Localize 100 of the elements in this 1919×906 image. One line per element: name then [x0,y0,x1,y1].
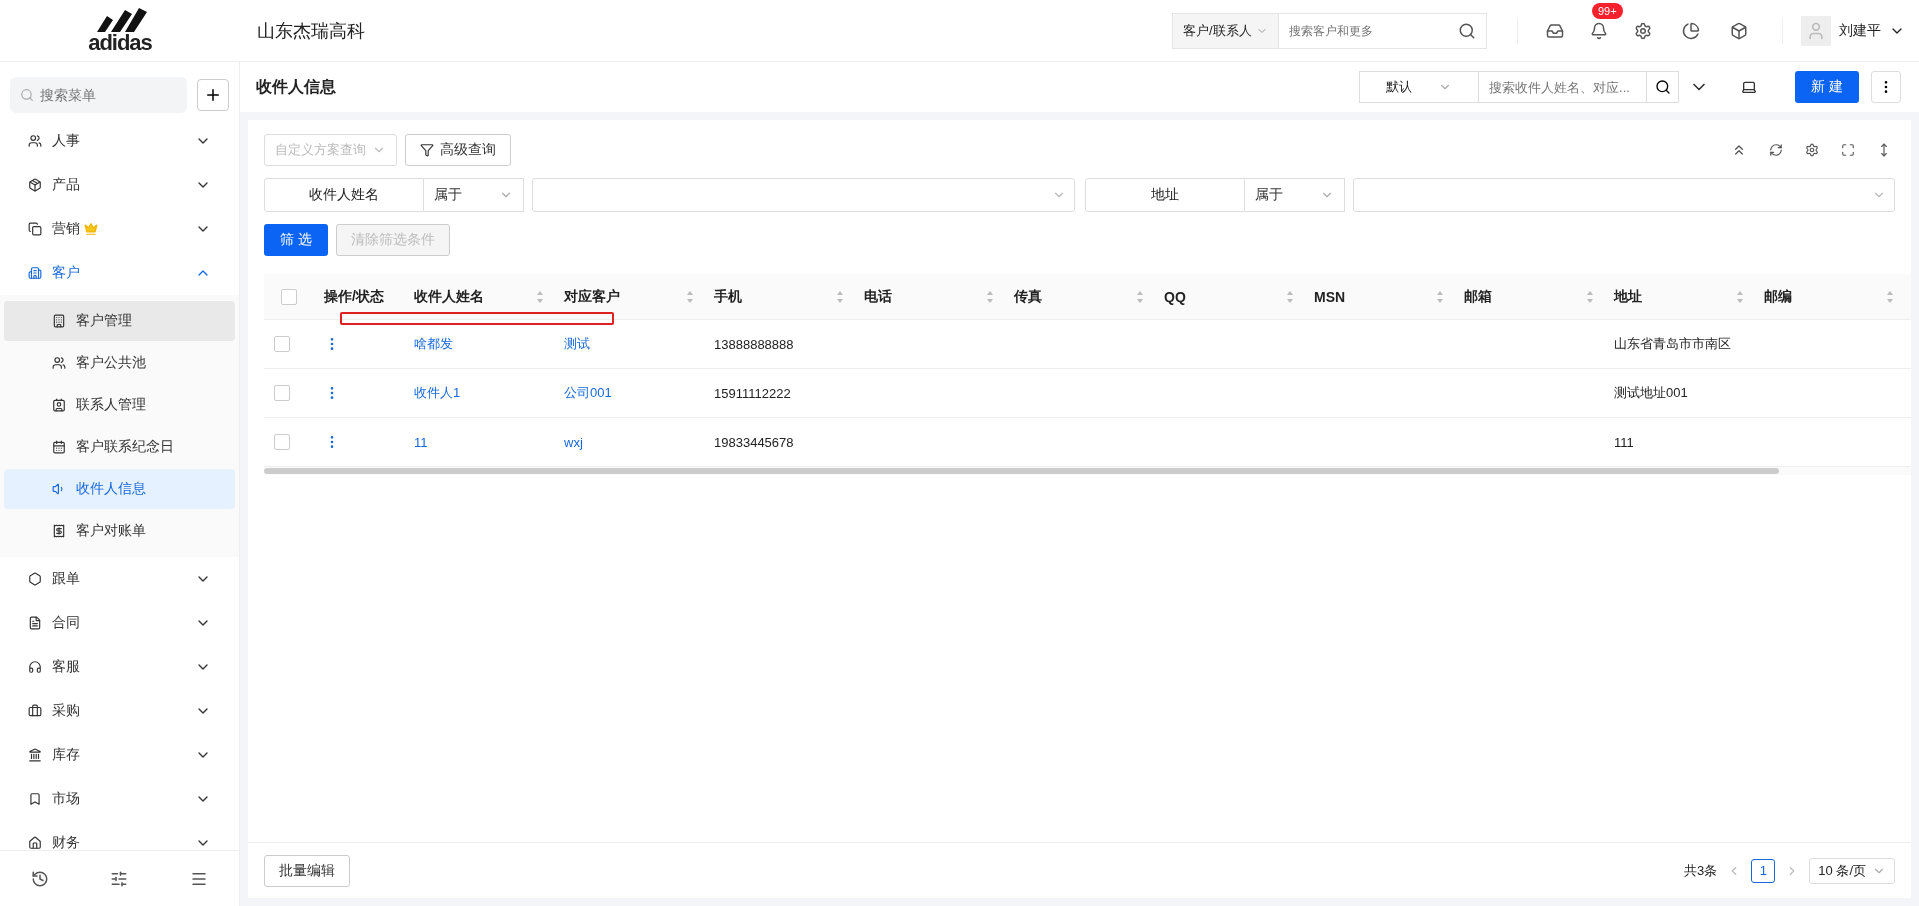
table-link[interactable]: 啥都发 [414,335,453,353]
bookmark-icon [28,792,42,806]
new-button[interactable]: 新 建 [1795,71,1859,103]
column-header[interactable]: 手机 [704,274,854,320]
column-header[interactable]: 对应客户 [554,274,704,320]
table-cell: 测试地址001 [1614,384,1688,402]
brand-logo-text: adidas [88,31,152,54]
search-icon [20,87,35,103]
table-link[interactable]: wxj [564,434,583,450]
user-name[interactable]: 刘建平 [1839,21,1881,40]
page-title: 收件人信息 [256,76,337,97]
operator-select[interactable]: 属于 [1244,178,1345,212]
menu-item[interactable]: 采购 [0,689,239,733]
add-button[interactable] [197,79,229,111]
menu-search-input[interactable]: 搜索菜单 [38,86,177,104]
refresh-icon [1769,143,1783,157]
submenu-item[interactable]: 联系人管理 [4,385,235,425]
menu-item[interactable]: 市场 [0,777,239,821]
table-cell: 15911112222 [714,385,791,401]
document-icon [28,616,42,630]
page-button[interactable]: 1 [1751,858,1776,883]
headset-icon [28,660,42,674]
receipt-icon [52,524,66,538]
column-header[interactable]: 操作/状态 [314,274,404,320]
copy-icon [28,222,42,236]
row-checkbox[interactable] [274,385,290,401]
search-icon [1458,21,1476,40]
batch-edit-button[interactable]: 批量编辑 [264,854,350,887]
filter-icon [420,143,434,157]
record-search-field[interactable]: 搜索收件人姓名、对应... [1479,71,1680,103]
table-cell: 13888888888 [714,336,794,352]
building-icon [28,266,42,280]
history-icon [30,869,49,888]
company-name: 山东杰瑞高科 [257,19,366,43]
people-icon [28,134,42,148]
contact-card-icon [52,398,66,412]
scrollbar-thumb[interactable] [264,468,1780,474]
notification-badge: 99+ [1592,2,1623,19]
table-cell: 111 [1614,434,1634,450]
settings-icon [1805,143,1819,157]
filter-button[interactable]: 筛 选 [264,224,328,256]
notification-button[interactable] [1590,21,1608,40]
submenu-item[interactable]: 客户联系纪念日 [4,427,235,467]
column-header[interactable]: 传真 [1004,274,1154,320]
advanced-search-button[interactable]: 高级查询 [405,134,511,166]
search-scope-select[interactable]: 客户/联系人 [1173,13,1279,48]
column-header[interactable]: 邮编 [1754,274,1904,320]
filter-field-label: 地址 [1084,178,1245,212]
pie-chart-icon [1682,21,1700,40]
menu-item[interactable]: 产品 [0,163,239,207]
submenu-item[interactable]: 客户对账单 [4,511,235,551]
filter-field-label: 收件人姓名 [264,178,424,212]
column-header[interactable]: 电话 [854,274,1004,320]
submenu-item[interactable]: 客户公共池 [4,343,235,383]
laptop-icon [1741,79,1758,95]
briefcase-icon [28,704,42,718]
sliders-icon [110,869,129,888]
table-link[interactable]: 测试 [564,335,590,353]
select-all-checkbox[interactable] [281,288,297,305]
search-icon [1654,79,1671,95]
column-header[interactable]: 收件人姓名 [404,274,554,320]
table-cell: 山东省青岛市市南区 [1614,335,1731,353]
fullscreen-icon [1841,143,1855,157]
view-select[interactable]: 默认 [1359,71,1480,103]
menu-item[interactable]: 客户 [0,251,239,295]
table-link[interactable]: 11 [414,434,428,450]
column-header[interactable]: MSN [1304,274,1454,320]
submenu-item[interactable]: 客户管理 [4,301,235,341]
menu-item[interactable]: 合同 [0,601,239,645]
settings-icon [1634,21,1652,40]
row-checkbox[interactable] [274,434,290,450]
house-icon [28,836,42,850]
menu-item[interactable]: 跟单 [0,557,239,601]
menu-item[interactable]: 人事 [0,119,239,163]
building-icon [52,314,66,328]
page-size-select[interactable]: 10 条/页 [1809,857,1895,884]
column-header[interactable]: QQ [1154,274,1304,320]
submenu-item[interactable]: 收件人信息 [4,469,235,509]
table-link[interactable]: 公司001 [564,384,612,402]
column-header[interactable]: 地址 [1604,274,1754,320]
row-checkbox[interactable] [274,336,290,352]
menu-item[interactable]: 财务 [0,821,239,850]
cube-icon [28,178,42,192]
people-icon [52,356,66,370]
inbox-icon [1546,21,1564,40]
total-count: 共3条 [1684,861,1718,880]
table-cell: 19833445678 [714,434,794,450]
operator-select[interactable]: 属于 [424,178,524,212]
hexagon-icon [28,572,42,586]
cube-icon [1730,21,1748,40]
crown-icon [84,222,98,236]
menu-item[interactable]: 库存 [0,733,239,777]
column-header[interactable]: 邮箱 [1454,274,1604,320]
table-link[interactable]: 收件人1 [414,384,461,402]
bank-icon [28,748,42,762]
calendar-icon [52,440,66,454]
menu-search-field[interactable]: 搜索菜单 [10,77,187,113]
menu-item[interactable]: 客服 [0,645,239,689]
menu-item[interactable]: 营销 [0,207,239,251]
bell-icon [1590,21,1608,40]
